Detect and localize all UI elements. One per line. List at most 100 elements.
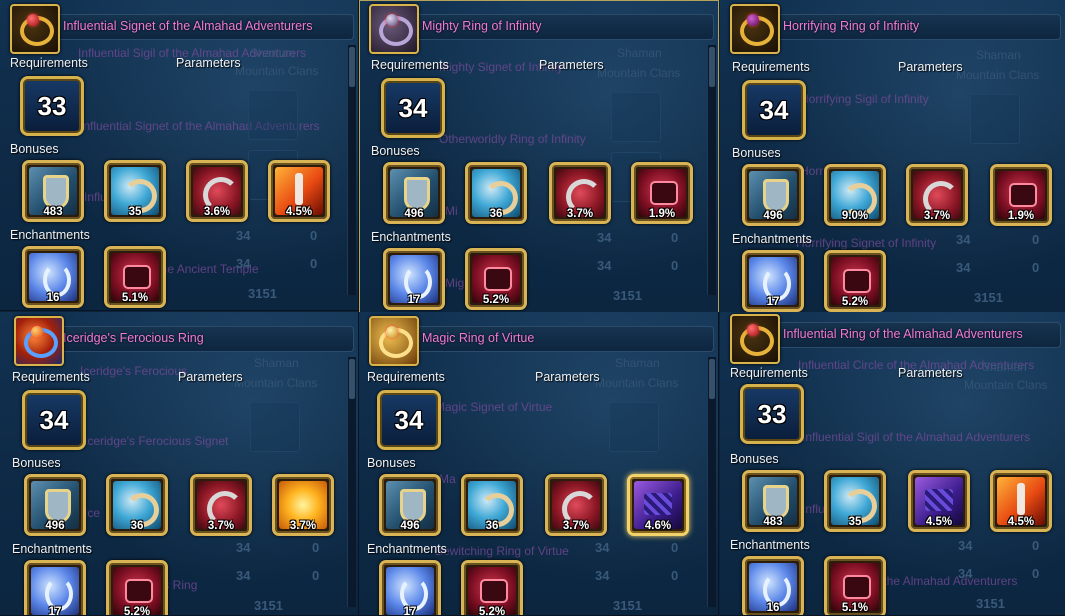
- ghost-clan: Mountain Clans: [595, 376, 679, 390]
- ghost-score: 3151: [613, 288, 642, 303]
- fist-enchant-slot[interactable]: 5.2%: [824, 250, 886, 312]
- attack-bonus-slot[interactable]: 35: [824, 470, 886, 532]
- item-panel-3[interactable]: Horrifying Sigil of Infinity Shaman Moun…: [720, 0, 1065, 313]
- ring-item-icon[interactable]: [730, 314, 780, 364]
- sun-bonus-slot[interactable]: 3.7%: [272, 474, 334, 536]
- scrollbar[interactable]: [707, 45, 716, 295]
- level-badge: 34: [381, 78, 445, 138]
- ghost-clan: Mountain Clans: [597, 66, 681, 80]
- crit-bonus-slot[interactable]: 3.7%: [549, 162, 611, 224]
- bonuses-label: Bonuses: [10, 142, 59, 156]
- defense-bonus-slot[interactable]: 496: [24, 474, 86, 536]
- attack-bonus-slot[interactable]: 36: [461, 474, 523, 536]
- crit-bonus-slot[interactable]: 3.7%: [190, 474, 252, 536]
- fist-bonus-slot[interactable]: 1.9%: [631, 162, 693, 224]
- bonuses-label: Bonuses: [371, 144, 420, 158]
- ghost-stat: 34: [956, 260, 971, 275]
- enchantments-label: Enchantments: [12, 542, 92, 556]
- requirements-label: Requirements: [367, 370, 445, 384]
- scrollbar[interactable]: [347, 45, 356, 295]
- item-title: Iceridge's Ferocious Ring: [63, 331, 204, 345]
- level-badge: 34: [377, 390, 441, 450]
- scrollbar[interactable]: [707, 357, 716, 607]
- scrollbar-thumb[interactable]: [349, 359, 355, 399]
- item-panel-6[interactable]: Influential Circle of the Almahad Advent…: [720, 312, 1065, 616]
- title-bar: Influential Ring of the Almahad Adventur…: [770, 322, 1061, 348]
- scrollbar-thumb[interactable]: [349, 47, 355, 87]
- ghost-line: Iceridge's Ferocious Signet: [84, 434, 229, 448]
- defense-bonus-slot[interactable]: 483: [742, 470, 804, 532]
- scrollbar-thumb[interactable]: [709, 359, 715, 399]
- fist-enchant-slot[interactable]: 5.1%: [824, 556, 886, 615]
- water-enchant-slot[interactable]: 17: [379, 560, 441, 615]
- ring-item-icon[interactable]: [369, 4, 419, 54]
- attack-bonus-slot[interactable]: 36: [106, 474, 168, 536]
- bonuses-label: Bonuses: [732, 146, 781, 160]
- crit-bonus-slot[interactable]: 3.7%: [906, 164, 968, 226]
- title-bar: Iceridge's Ferocious Ring: [50, 326, 354, 352]
- ring-item-icon[interactable]: [14, 316, 64, 366]
- ghost-line: Iceridge's Ferocious: [80, 364, 188, 378]
- water-enchant-slot[interactable]: 17: [742, 250, 804, 312]
- ghost-stat: 34: [597, 230, 612, 245]
- water-enchant-slot[interactable]: 17: [24, 560, 86, 615]
- fire-bonus-slot[interactable]: 4.5%: [990, 470, 1052, 532]
- ring-item-icon[interactable]: [369, 316, 419, 366]
- gem-bonus-slot[interactable]: 4.5%: [908, 470, 970, 532]
- ghost-class: Shaman: [617, 46, 662, 60]
- parameters-label: Parameters: [898, 366, 963, 380]
- defense-bonus-slot[interactable]: 496: [742, 164, 804, 226]
- fire-bonus-slot[interactable]: 4.5%: [268, 160, 330, 222]
- ghost-line: of the Almahad Adventurers: [870, 574, 1018, 588]
- crit-bonus-slot[interactable]: 3.6%: [186, 160, 248, 222]
- item-panel-1[interactable]: Influential Sigil of the Almahad Adventu…: [0, 0, 359, 311]
- item-panel-5[interactable]: Magic Signet of Virtue Shaman Mountain C…: [359, 312, 719, 616]
- water-enchant-slot[interactable]: 16: [742, 556, 804, 615]
- ghost-score: 3151: [974, 290, 1003, 305]
- ring-item-icon[interactable]: [730, 4, 780, 54]
- panel-header: Influential Ring of the Almahad Adventur…: [720, 312, 1065, 364]
- water-enchant-slot[interactable]: 17: [383, 248, 445, 310]
- ghost-stat: 34: [958, 538, 973, 553]
- ghost-slot: [970, 94, 1020, 144]
- defense-bonus-slot[interactable]: 496: [379, 474, 441, 536]
- ghost-stat: 0: [310, 228, 318, 243]
- ghost-stat: 0: [671, 540, 679, 555]
- ghost-stat: 34: [595, 568, 610, 583]
- requirements-label: Requirements: [732, 60, 810, 74]
- ghost-line: Ice: [84, 506, 101, 520]
- fist-enchant-slot[interactable]: 5.2%: [465, 248, 527, 310]
- ghost-stat: 0: [1032, 232, 1040, 247]
- attack-bonus-slot[interactable]: 36: [465, 162, 527, 224]
- fist-enchant-slot[interactable]: 5.1%: [104, 246, 166, 308]
- item-title: Magic Ring of Virtue: [422, 331, 535, 345]
- level-badge: 33: [740, 384, 804, 444]
- ghost-line: Influential Sigil of the Almahad Adventu…: [802, 430, 1031, 444]
- requirements-label: Requirements: [730, 366, 808, 380]
- ghost-stat: 34: [236, 540, 251, 555]
- fist-enchant-slot[interactable]: 5.2%: [461, 560, 523, 615]
- scrollbar[interactable]: [347, 357, 356, 607]
- ghost-slot: [609, 402, 659, 452]
- attack-bonus-slot[interactable]: 35: [104, 160, 166, 222]
- ghost-class: Shaman: [976, 48, 1021, 62]
- item-panel-2[interactable]: Mighty Signet of Infinity Shaman Mountai…: [359, 0, 719, 313]
- item-panel-4[interactable]: Iceridge's Ferocious Shaman Mountain Cla…: [0, 312, 359, 616]
- attack-bonus-slot[interactable]: 9.0%: [824, 164, 886, 226]
- parameters-label: Parameters: [178, 370, 243, 384]
- water-enchant-slot[interactable]: 16: [22, 246, 84, 308]
- defense-bonus-slot[interactable]: 483: [22, 160, 84, 222]
- defense-bonus-slot[interactable]: 496: [383, 162, 445, 224]
- ghost-stat: 0: [1032, 260, 1040, 275]
- panel-header: Magic Ring of Virtue: [359, 312, 718, 366]
- ghost-stat: 0: [312, 540, 320, 555]
- item-comparison-grid: Influential Sigil of the Almahad Adventu…: [0, 0, 1065, 616]
- ghost-clan: Mountain Clans: [956, 68, 1040, 82]
- fist-bonus-slot[interactable]: 1.9%: [990, 164, 1052, 226]
- crit-bonus-slot[interactable]: 3.7%: [545, 474, 607, 536]
- fist-enchant-slot[interactable]: 5.2%: [106, 560, 168, 615]
- scrollbar-thumb[interactable]: [709, 47, 715, 87]
- ring-item-icon[interactable]: [10, 4, 60, 54]
- ghost-line: Bewitching Ring of Virtue: [435, 544, 569, 558]
- gem-bonus-slot[interactable]: 4.6%: [627, 474, 689, 536]
